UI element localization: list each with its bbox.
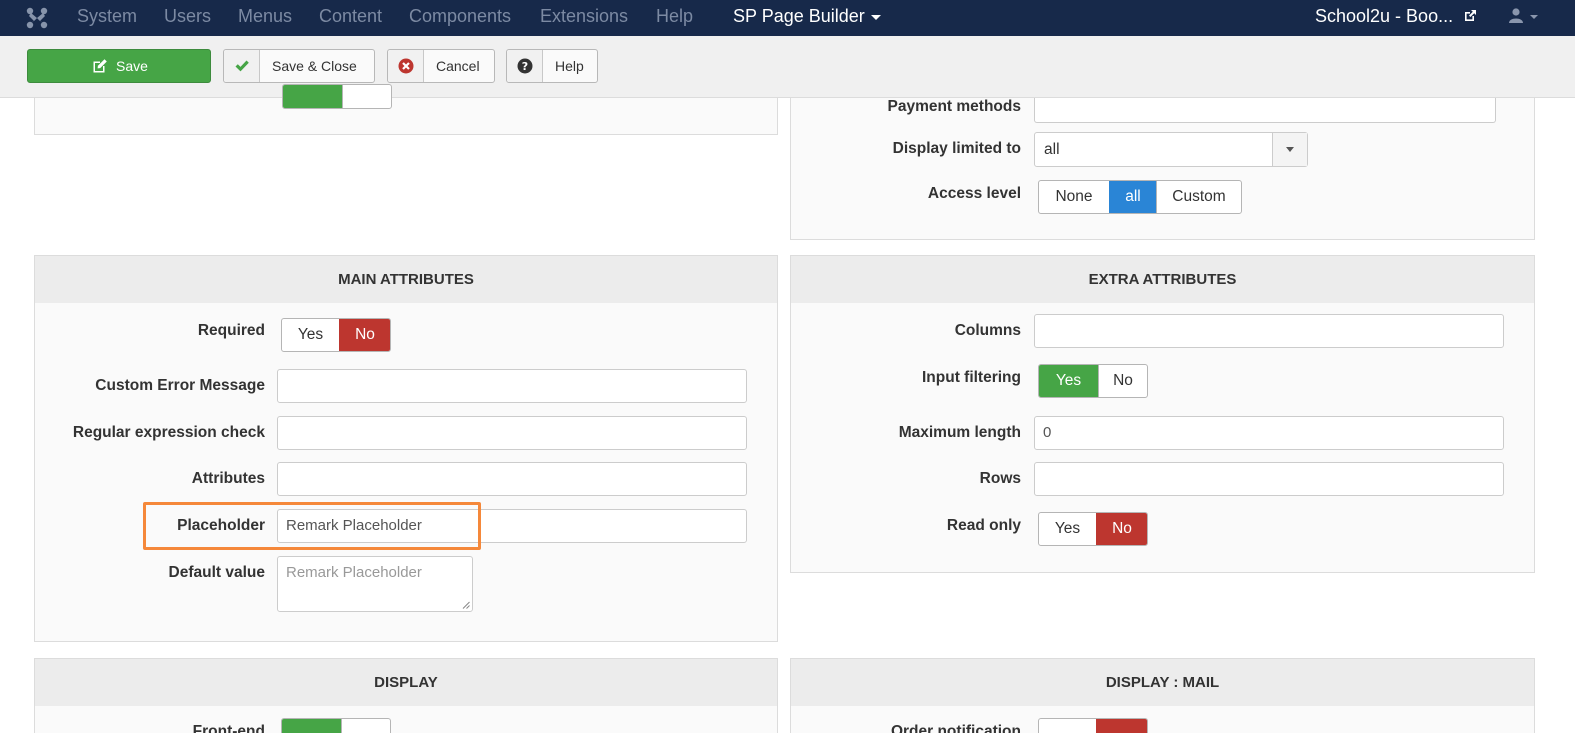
display-limited-select[interactable]: all (1034, 132, 1308, 167)
read-only-no[interactable]: No (1096, 513, 1147, 545)
order-notification-toggle[interactable] (1038, 718, 1148, 733)
check-icon (224, 50, 260, 82)
read-only-label: Read only (946, 517, 1021, 534)
payment-methods-label: Payment methods (887, 98, 1021, 115)
nav-menus[interactable]: Menus (238, 0, 292, 32)
svg-text:?: ? (522, 60, 528, 73)
display-mail-title: DISPLAY : MAIL (791, 659, 1534, 706)
front-end-toggle-on[interactable] (282, 719, 341, 733)
external-link-icon[interactable] (1463, 9, 1477, 23)
read-only-toggle[interactable]: Yes No (1038, 512, 1148, 546)
access-level-toggle[interactable]: None all Custom (1038, 180, 1242, 214)
max-length-label: Maximum length (898, 424, 1021, 441)
columns-input[interactable] (1034, 314, 1504, 348)
access-level-all[interactable]: all (1109, 181, 1156, 213)
default-value-placeholder: Remark Placeholder (286, 564, 422, 581)
display-limited-value: all (1044, 141, 1060, 158)
required-toggle[interactable]: Yes No (281, 318, 391, 352)
cancel-label: Cancel (436, 58, 480, 74)
nav-brand-label: SP Page Builder (733, 6, 865, 26)
nav-extensions[interactable]: Extensions (540, 0, 628, 32)
caret-down-icon (1530, 15, 1538, 19)
default-value-label: Default value (168, 564, 265, 581)
help-button[interactable]: ? Help (506, 49, 598, 83)
toolbar: Save Save & Close Cancel ? Help (0, 36, 1575, 98)
attributes-label: Attributes (191, 470, 265, 487)
cancel-button[interactable]: Cancel (387, 49, 495, 83)
front-end-toggle-off[interactable] (341, 719, 390, 733)
chevron-down-icon (1272, 133, 1307, 166)
rows-label: Rows (979, 470, 1021, 487)
input-filtering-label: Input filtering (921, 369, 1021, 386)
placeholder-input[interactable]: Remark Placeholder (277, 509, 747, 543)
user-menu[interactable] (1508, 7, 1548, 27)
front-end-label: Front-end (192, 723, 265, 733)
required-yes[interactable]: Yes (282, 319, 339, 351)
toggle-partial[interactable] (282, 84, 392, 109)
nav-users[interactable]: Users (164, 0, 211, 32)
attributes-input[interactable] (277, 462, 747, 496)
display-limited-label: Display limited to (892, 140, 1021, 157)
save-label: Save (116, 58, 148, 74)
default-value-textarea[interactable]: Remark Placeholder (277, 556, 473, 612)
toggle-partial-on[interactable] (283, 85, 342, 108)
access-level-custom[interactable]: Custom (1156, 181, 1241, 213)
top-left-panel (34, 84, 778, 135)
admin-navbar: System Users Menus Content Components Ex… (0, 0, 1575, 36)
nav-site-link[interactable]: School2u - Boo... (1315, 0, 1453, 32)
caret-down-icon (870, 14, 881, 20)
rows-input[interactable] (1034, 462, 1504, 496)
front-end-toggle[interactable] (281, 718, 391, 733)
access-level-label: Access level (927, 185, 1021, 202)
resize-handle-icon[interactable] (462, 601, 470, 609)
input-filtering-toggle[interactable]: Yes No (1038, 364, 1148, 398)
required-no[interactable]: No (339, 319, 390, 351)
regex-label: Regular expression check (72, 424, 265, 441)
order-notification-toggle-yes[interactable] (1039, 719, 1096, 733)
save-button[interactable]: Save (27, 49, 211, 83)
payment-methods-input[interactable] (1034, 98, 1496, 123)
nav-components[interactable]: Components (409, 0, 511, 32)
cancel-icon (388, 50, 424, 82)
question-icon: ? (507, 50, 543, 82)
nav-help[interactable]: Help (656, 0, 693, 32)
max-length-input[interactable]: 0 (1034, 416, 1504, 450)
edit-icon (93, 59, 107, 73)
custom-error-label: Custom Error Message (95, 377, 265, 394)
input-filtering-no[interactable]: No (1098, 365, 1147, 397)
required-label: Required (197, 322, 265, 339)
custom-error-input[interactable] (277, 369, 747, 403)
nav-sp-page-builder[interactable]: SP Page Builder (733, 0, 881, 32)
order-notification-label: Order notification (890, 723, 1021, 733)
regex-input[interactable] (277, 416, 747, 450)
help-label: Help (555, 58, 584, 74)
main-attributes-title: MAIN ATTRIBUTES (35, 256, 777, 303)
display-title: DISPLAY (35, 659, 777, 706)
toggle-partial-off[interactable] (342, 85, 391, 108)
placeholder-label: Placeholder (177, 517, 265, 534)
joomla-logo-icon[interactable] (24, 5, 50, 31)
save-close-button[interactable]: Save & Close (223, 49, 375, 83)
input-filtering-yes[interactable]: Yes (1039, 365, 1098, 397)
save-close-label: Save & Close (272, 58, 357, 74)
columns-label: Columns (954, 322, 1021, 339)
order-notification-toggle-no[interactable] (1096, 719, 1147, 733)
extra-attributes-title: EXTRA ATTRIBUTES (791, 256, 1534, 303)
nav-system[interactable]: System (77, 0, 137, 32)
user-icon (1509, 8, 1523, 23)
nav-content[interactable]: Content (319, 0, 382, 32)
read-only-yes[interactable]: Yes (1039, 513, 1096, 545)
access-level-none[interactable]: None (1039, 181, 1109, 213)
